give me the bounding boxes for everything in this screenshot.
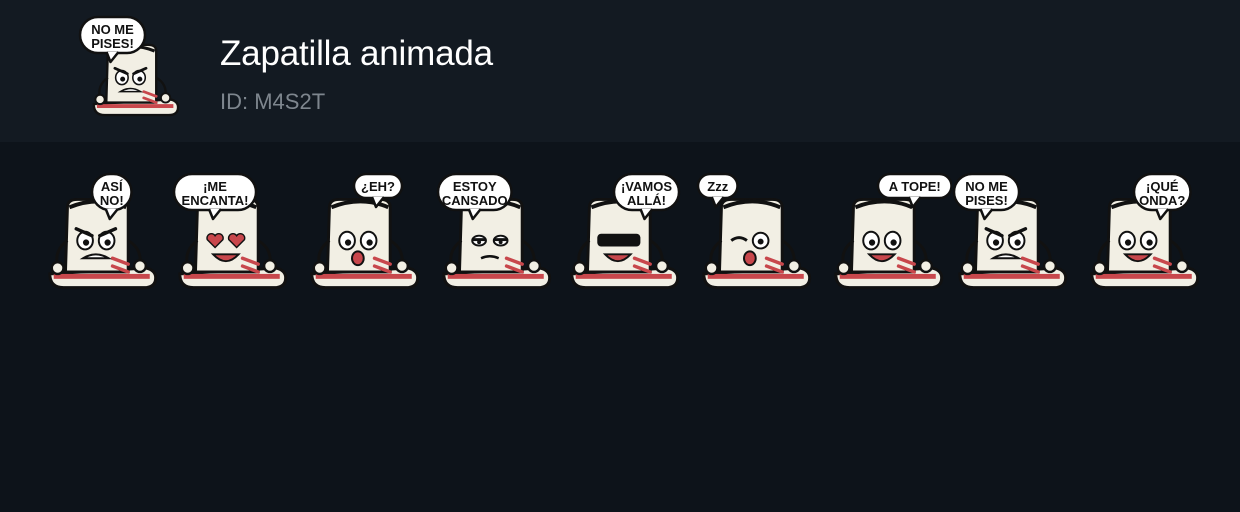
sticker-angry-art: NO MEPISES! (952, 172, 1068, 290)
sticker-caption-line: ONDA? (1139, 193, 1185, 208)
sticker-caption-line: PISES! (965, 193, 1008, 208)
sticker-caption-line: A TOPE! (889, 179, 941, 194)
sticker-caption-line: PISES! (91, 36, 134, 51)
sticker-angry-art: ASÍNO! (48, 172, 158, 290)
sticker-caption-line: NO ME (965, 179, 1008, 194)
sticker-cool-art: ¡VAMOSALLÁ! (570, 172, 681, 290)
sticker-8[interactable]: NO ME PISES! (950, 172, 1076, 304)
sticker-caption-line: NO ME (91, 22, 134, 37)
sticker-7[interactable]: A TOPE! (826, 172, 953, 304)
sticker-3[interactable]: ¿EH? (302, 172, 428, 304)
sticker-caption-line: ¡ME (203, 179, 227, 194)
sticker-tired-art: ESTOYCANSADO (436, 172, 552, 290)
sticker-6[interactable]: Zzz (694, 172, 820, 304)
sticker-9[interactable]: ¡QUÉ ONDA? (1082, 172, 1208, 304)
sticker-sleepy-art: Zzz (696, 172, 812, 290)
sticker-happy-art: A TOPE! (834, 172, 953, 290)
sticker-2[interactable]: ¡ME ENCANTA! (170, 172, 296, 304)
pack-title: Zapatilla animada (220, 34, 493, 73)
sticker-caption-line: ¿EH? (361, 179, 395, 194)
sticker-confused-art: ¿EH? (310, 172, 420, 290)
sticker-4[interactable]: ESTOY CANSADO (434, 172, 560, 304)
sticker-caption-line: ¡VAMOS (621, 179, 672, 194)
sticker-caption-line: ASÍ (101, 179, 123, 194)
sticker-1[interactable]: ASÍ NO! (40, 172, 166, 304)
sticker-happy-art: ¡QUÉONDA? (1090, 172, 1200, 290)
sticker-caption-line: ESTOY (453, 179, 497, 194)
sticker-caption-line: ENCANTA! (182, 193, 249, 208)
sticker-caption-line: ALLÁ! (627, 193, 666, 208)
sticker-5[interactable]: ¡VAMOS ALLÁ! (562, 172, 688, 304)
pack-icon[interactable]: NO ME PISES! (78, 15, 182, 123)
sticker-grid: ASÍ NO! ¡ME ENCANTA! ¿EH? ESTOY CANSADO ¡VAMOS A… (0, 172, 1240, 304)
sticker-caption-line: CANSADO (442, 193, 508, 208)
sticker-caption-line: NO! (100, 193, 124, 208)
sticker-caption-line: ¡QUÉ (1146, 179, 1179, 194)
sticker-love-art: ¡MEENCANTA! (172, 172, 288, 290)
pack-id: ID: M4S2T (220, 89, 326, 114)
pack-header: NO ME PISES! Zapatilla animada ID: M4S2T (0, 0, 1240, 142)
sticker-caption-line: Zzz (707, 179, 728, 194)
